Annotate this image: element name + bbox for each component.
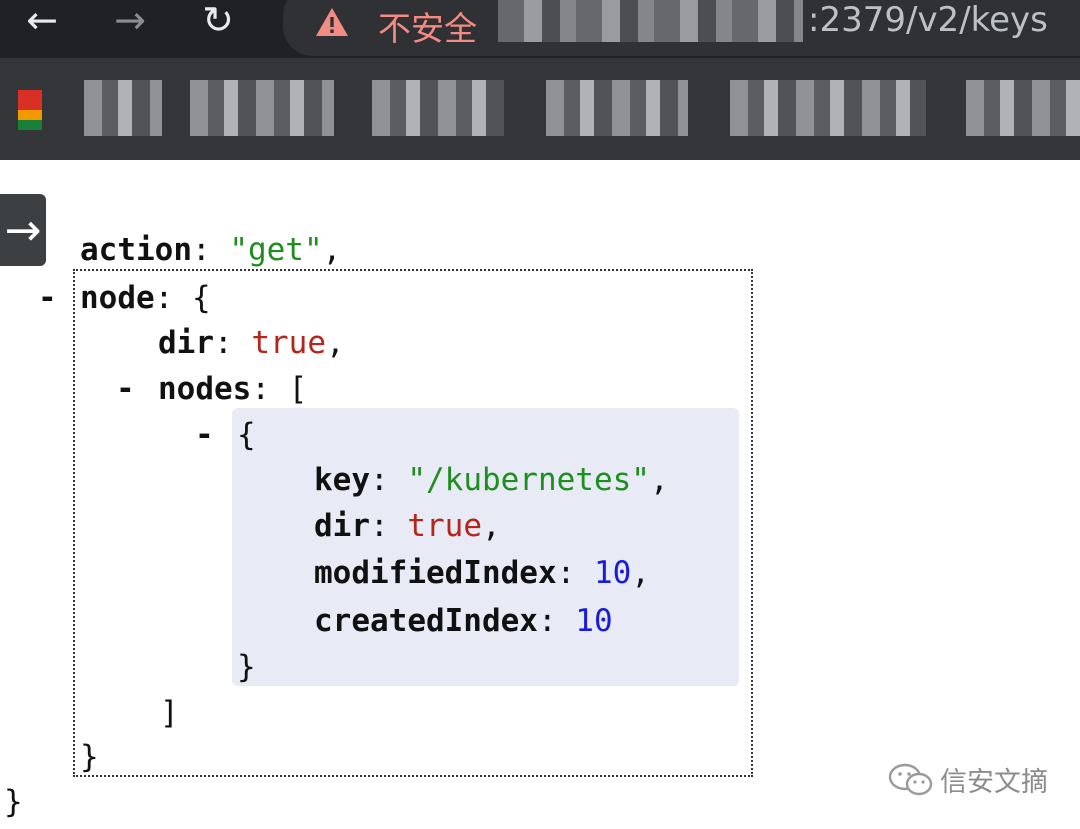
json-key: dir — [158, 325, 214, 361]
json-line-item-open: { — [237, 415, 256, 455]
json-bracket: ] — [160, 695, 179, 731]
collapse-toggle-item[interactable]: - — [195, 415, 214, 455]
collapse-toggle-node[interactable]: - — [38, 278, 57, 318]
json-key: modifiedIndex — [314, 555, 557, 591]
json-line-root-close: } — [4, 782, 23, 822]
watermark-text: 信安文摘 — [940, 767, 1048, 798]
json-bracket: [ — [288, 371, 308, 407]
json-key: node — [80, 280, 155, 316]
wechat-icon — [888, 763, 933, 795]
json-line-dir: dir: true, — [158, 325, 345, 361]
json-key: key — [314, 462, 370, 498]
json-brace: } — [80, 739, 99, 775]
json-viewer: action: "get", - node: { dir: true, - no… — [0, 0, 1080, 829]
json-line-node: node: { — [80, 280, 211, 316]
collapse-toggle-nodes[interactable]: - — [116, 369, 135, 409]
json-brace: } — [237, 649, 256, 685]
json-line-key: key: "/kubernetes", — [314, 462, 669, 498]
json-brace: { — [237, 417, 256, 453]
json-number-value: 10 — [575, 603, 613, 639]
json-key: createdIndex — [314, 603, 538, 639]
json-string-value: "get" — [229, 232, 323, 268]
json-line-nodes: nodes: [ — [158, 371, 308, 407]
json-line-action: action: "get", — [80, 232, 342, 268]
json-brace: { — [191, 280, 211, 316]
json-brace: } — [4, 784, 23, 820]
json-line-item-dir: dir: true, — [314, 508, 501, 544]
json-key: dir — [314, 508, 370, 544]
json-boolean-value: true — [251, 325, 326, 361]
json-string-value: "/kubernetes" — [407, 462, 650, 498]
json-key: nodes — [158, 371, 252, 407]
json-line-nodes-close: ] — [160, 693, 179, 733]
json-boolean-value: true — [407, 508, 482, 544]
json-line-node-close: } — [80, 737, 99, 777]
wechat-watermark: 信安文摘 — [888, 760, 1048, 799]
json-number-value: 10 — [593, 555, 632, 591]
json-line-createdindex: createdIndex: 10 — [314, 603, 613, 639]
json-line-item-close: } — [237, 647, 256, 687]
json-line-modifiedindex: modifiedIndex: 10, — [314, 555, 650, 591]
json-key: action — [80, 232, 192, 268]
